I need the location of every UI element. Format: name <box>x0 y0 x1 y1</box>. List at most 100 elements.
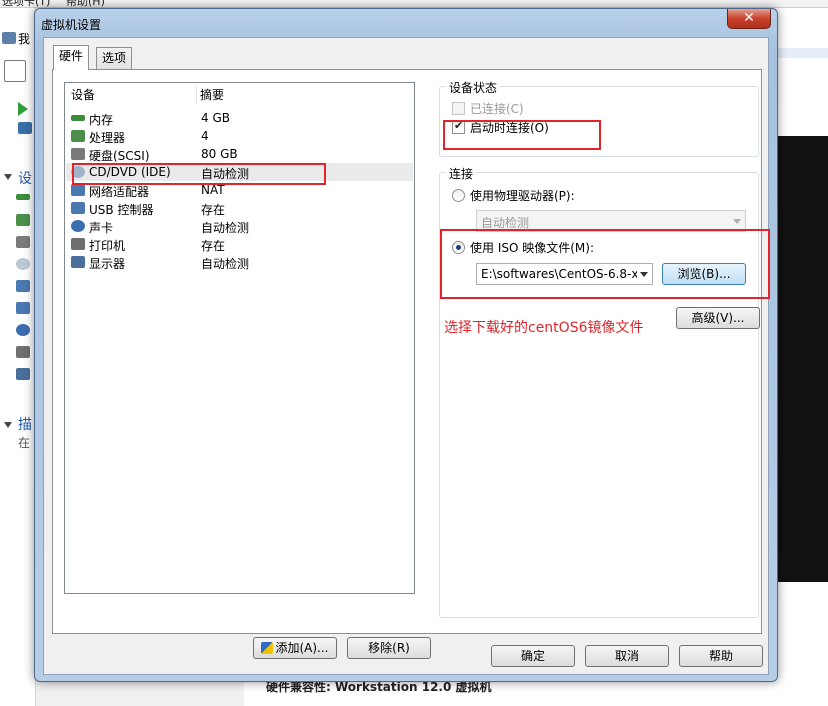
browse-button-label: 浏览(B)... <box>677 267 731 281</box>
device-row[interactable]: 打印机 存在 <box>66 235 413 253</box>
device-row[interactable]: 硬盘(SCSI) 80 GB <box>66 145 413 163</box>
advanced-button-label: 高级(V)... <box>691 311 745 325</box>
device-name: CD/DVD (IDE) <box>89 165 171 179</box>
device-row[interactable]: 网络适配器 NAT <box>66 181 413 199</box>
bg-collapse-icon-2[interactable] <box>4 422 12 428</box>
ok-button[interactable]: 确定 <box>491 645 575 667</box>
device-status-group: 设备状态 已连接(C) 启动时连接(O) <box>439 79 759 157</box>
bg-label-2: 设 <box>18 171 32 187</box>
connect-on-start-label: 启动时连接(O) <box>470 121 549 135</box>
physical-drive-select[interactable]: 自动检测 <box>476 210 746 232</box>
device-row[interactable]: 处理器 4 <box>66 127 413 145</box>
device-name: USB 控制器 <box>89 203 154 217</box>
bg-usb-icon <box>16 302 30 314</box>
bg-sound-icon <box>16 324 30 336</box>
device-name: 显示器 <box>89 257 126 271</box>
browse-button[interactable]: 浏览(B)... <box>662 263 746 285</box>
device-list[interactable]: 设备 摘要 内存 4 GB 处理器 4 硬盘(SCSI) 80 GB CD/DVD (IDE… <box>64 82 415 594</box>
tab-hardware[interactable]: 硬件 <box>53 45 90 70</box>
window-title: 虚拟机设置 <box>41 18 102 32</box>
ok-button-label: 确定 <box>520 649 545 663</box>
cancel-button-label: 取消 <box>614 649 639 663</box>
bg-label-1: 我 <box>18 32 31 46</box>
bg-memory-icon <box>16 194 30 200</box>
title-bar[interactable]: 虚拟机设置 ✕ <box>35 9 777 37</box>
device-name: 网络适配器 <box>89 185 150 199</box>
physical-drive-label: 使用物理驱动器(P): <box>470 189 575 203</box>
physical-drive-value: 自动检测 <box>481 216 530 230</box>
column-device[interactable]: 设备 <box>71 86 95 103</box>
device-summary: 4 GB <box>201 111 230 125</box>
device-row[interactable]: 内存 4 GB <box>66 109 413 127</box>
chevron-down-icon[interactable] <box>640 272 648 277</box>
help-button[interactable]: 帮助 <box>679 645 763 667</box>
remove-button[interactable]: 移除(R) <box>347 637 431 659</box>
device-row[interactable]: 显示器 自动检测 <box>66 253 413 271</box>
bg-tab-strip <box>776 48 828 58</box>
add-button[interactable]: 添加(A)... <box>253 637 337 659</box>
device-summary: 存在 <box>201 203 226 217</box>
connected-checkbox[interactable] <box>452 102 465 115</box>
device-status-title: 设备状态 <box>446 79 501 96</box>
device-name: 打印机 <box>89 239 126 253</box>
monitor-icon <box>71 256 85 268</box>
background-console-area <box>776 8 828 706</box>
bg-menu-help[interactable]: 帮助(H) <box>66 0 105 7</box>
iso-label: 使用 ISO 映像文件(M): <box>470 241 594 255</box>
usb-icon <box>71 202 85 214</box>
bg-collapse-icon[interactable] <box>4 174 12 180</box>
connected-label: 已连接(C) <box>470 102 524 116</box>
cancel-button[interactable]: 取消 <box>585 645 669 667</box>
connection-title: 连接 <box>446 165 477 182</box>
bg-network-icon <box>16 280 30 292</box>
bg-printer-icon <box>16 346 30 358</box>
physical-drive-radio[interactable] <box>452 189 465 202</box>
bg-computer-icon <box>2 32 16 44</box>
connect-on-start-checkbox[interactable] <box>452 119 465 134</box>
device-summary: 自动检测 <box>201 167 250 181</box>
column-summary[interactable]: 摘要 <box>200 86 224 103</box>
sound-card-icon <box>71 220 85 232</box>
network-adapter-icon <box>71 184 85 196</box>
bg-snapshot-icon[interactable] <box>18 122 32 134</box>
connection-group: 连接 使用物理驱动器(P): 自动检测 使用 ISO 映像文件(M): E:\s… <box>439 165 760 618</box>
device-summary: 自动检测 <box>201 221 250 235</box>
close-button[interactable]: ✕ <box>727 9 771 29</box>
shield-icon <box>261 642 274 654</box>
bg-play-icon[interactable] <box>18 102 28 116</box>
tab-options-label: 选项 <box>102 51 127 65</box>
processor-icon <box>71 130 85 142</box>
device-summary: NAT <box>201 183 225 197</box>
device-row[interactable]: CD/DVD (IDE) 自动检测 <box>66 163 413 181</box>
bg-menu-tabs[interactable]: 选项卡(T) <box>2 0 50 7</box>
column-separator[interactable] <box>196 85 197 103</box>
device-name: 内存 <box>89 113 114 127</box>
device-summary: 自动检测 <box>201 257 250 271</box>
background-menubar: 选项卡(T) 帮助(H) <box>0 0 828 8</box>
memory-icon <box>71 115 85 121</box>
bg-cd-icon <box>16 258 30 270</box>
iso-radio[interactable] <box>452 241 465 254</box>
advanced-button[interactable]: 高级(V)... <box>676 307 760 329</box>
device-summary: 存在 <box>201 239 226 253</box>
hard-disk-icon <box>71 148 85 160</box>
help-button-label: 帮助 <box>708 649 733 663</box>
device-name: 处理器 <box>89 131 126 145</box>
cd-dvd-icon <box>71 166 85 178</box>
remove-button-label: 移除(R) <box>368 641 410 655</box>
bg-processor-icon <box>16 214 30 226</box>
dialog-client: 硬件 选项 设备 摘要 内存 4 GB 处理器 4 硬盘(SCSI) 80 GB CD/DV… <box>43 37 770 675</box>
device-summary: 80 GB <box>201 147 238 161</box>
device-row[interactable]: USB 控制器 存在 <box>66 199 413 217</box>
bg-vm-screen <box>776 136 828 582</box>
background-library-panel: 我 设 描 在 <box>0 8 36 706</box>
close-icon: ✕ <box>743 10 755 26</box>
bg-label-4: 在 <box>18 436 31 450</box>
annotation-text: 选择下载好的centOS6镜像文件 <box>444 320 644 336</box>
printer-icon <box>71 238 85 250</box>
tab-hardware-label: 硬件 <box>59 49 84 63</box>
tab-options[interactable]: 选项 <box>96 47 133 69</box>
device-name: 硬盘(SCSI) <box>89 149 150 163</box>
device-row[interactable]: 声卡 自动检测 <box>66 217 413 235</box>
iso-path-combo[interactable]: E:\softwares\CentOS-6.8-x8 <box>476 263 653 285</box>
